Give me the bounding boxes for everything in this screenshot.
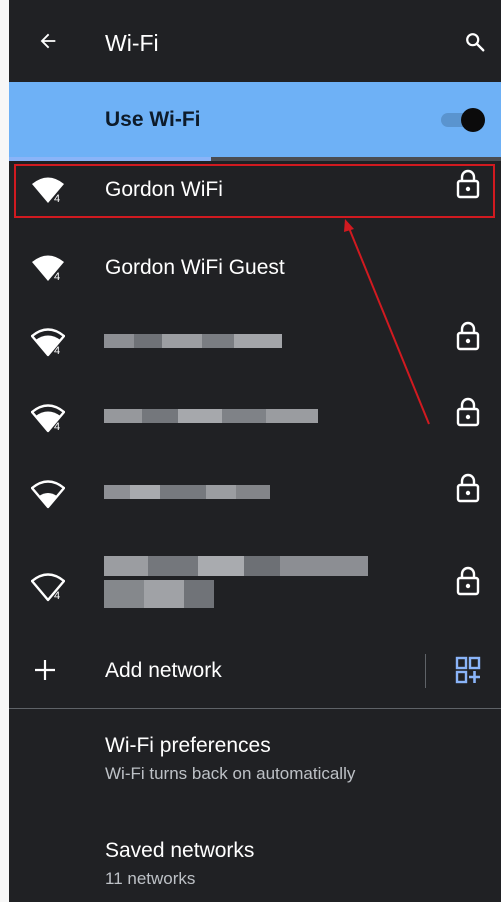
redacted-network-name-line-2 — [104, 580, 214, 608]
wifi-preferences-title: Wi-Fi preferences — [105, 734, 271, 757]
vertical-divider — [425, 654, 426, 688]
saved-networks-title: Saved networks — [105, 839, 255, 862]
network-item-redacted[interactable]: 4 — [9, 307, 501, 383]
saved-networks-subtitle: 11 networks — [105, 869, 196, 888]
app-bar: Wi-Fi — [9, 0, 501, 80]
svg-text:4: 4 — [54, 421, 60, 433]
wifi-settings-screen: Wi-Fi Use Wi-Fi 4 Gordon WiFi 4 Gordon W… — [9, 0, 501, 902]
add-network-label: Add network — [105, 659, 222, 682]
lock-icon — [456, 566, 480, 596]
network-item-redacted[interactable] — [9, 459, 501, 535]
wifi-signal-full-icon: 4 — [32, 255, 64, 283]
network-item-redacted[interactable]: 4 — [9, 544, 501, 628]
redacted-network-name — [104, 485, 270, 499]
highlight-box-annotation — [14, 164, 495, 218]
plus-icon — [35, 660, 55, 680]
redacted-network-name — [104, 409, 318, 423]
use-wifi-toggle[interactable] — [441, 108, 487, 132]
saved-networks-item[interactable]: Saved networks 11 networks — [105, 839, 254, 889]
wifi-signal-strong-icon: 4 — [31, 328, 65, 357]
section-divider — [9, 708, 501, 709]
use-wifi-row[interactable]: Use Wi-Fi — [9, 82, 501, 157]
wifi-signal-strong-icon: 4 — [31, 404, 65, 433]
svg-text:4: 4 — [54, 345, 60, 357]
toggle-thumb — [461, 108, 485, 132]
network-item-gordon-wifi-guest[interactable]: 4 Gordon WiFi Guest — [9, 233, 501, 309]
wifi-preferences-item[interactable]: Wi-Fi preferences Wi-Fi turns back on au… — [105, 734, 355, 784]
svg-text:4: 4 — [54, 590, 60, 602]
redacted-network-name — [104, 334, 282, 348]
wifi-signal-weak-icon: 4 — [31, 573, 65, 602]
lock-icon — [456, 397, 480, 427]
svg-text:4: 4 — [54, 271, 60, 283]
wifi-signal-medium-icon — [31, 480, 65, 509]
search-icon[interactable] — [464, 31, 486, 53]
use-wifi-label: Use Wi-Fi — [105, 108, 201, 131]
page-title: Wi-Fi — [105, 30, 159, 56]
network-name: Gordon WiFi Guest — [105, 256, 285, 279]
wifi-preferences-subtitle: Wi-Fi turns back on automatically — [105, 764, 356, 783]
lock-icon — [456, 473, 480, 503]
back-arrow-icon[interactable] — [37, 30, 59, 52]
qr-code-scanner-icon[interactable] — [455, 656, 481, 684]
add-network-row[interactable]: Add network — [9, 634, 501, 708]
network-item-redacted[interactable]: 4 — [9, 383, 501, 459]
lock-icon — [456, 321, 480, 351]
redacted-network-name — [104, 556, 368, 576]
